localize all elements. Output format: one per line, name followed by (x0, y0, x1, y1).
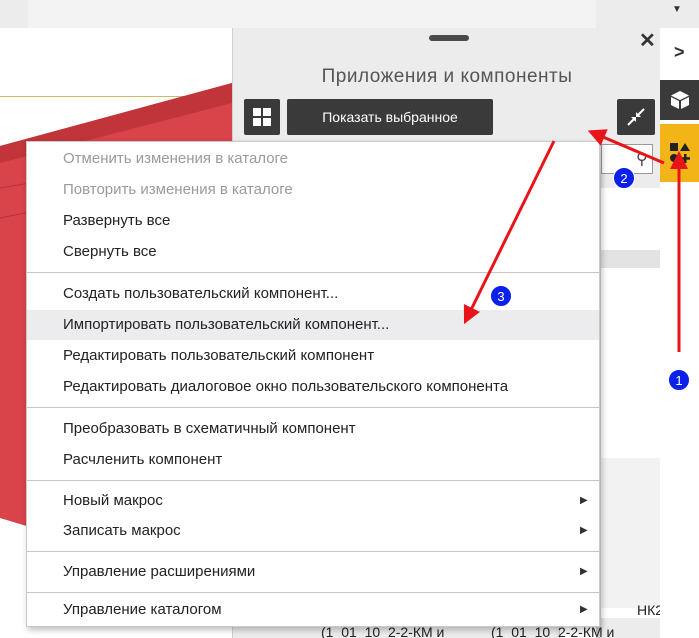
step-badge: 1 (668, 369, 690, 391)
annotation-arrows (463, 129, 688, 352)
step-badge: 2 (613, 167, 635, 189)
annotation-arrow (587, 129, 665, 165)
step-badge: 3 (490, 285, 512, 307)
annotation-arrow (463, 140, 556, 325)
